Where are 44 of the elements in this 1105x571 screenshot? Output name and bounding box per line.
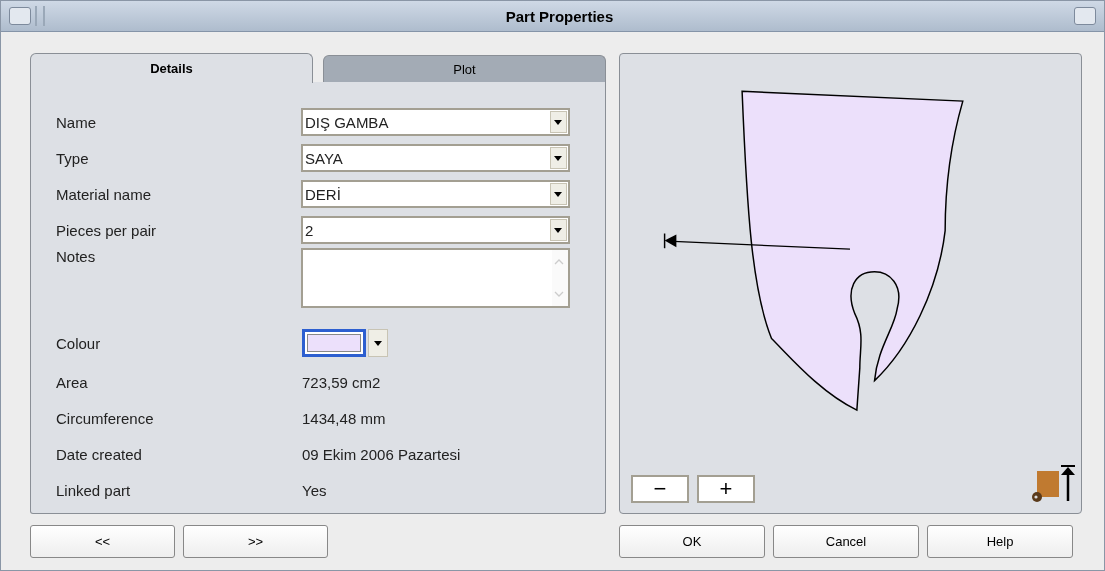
dropdown-button[interactable] xyxy=(550,219,567,241)
field-label: Colour xyxy=(56,334,102,352)
field-label: Material name xyxy=(56,185,153,203)
field-label: Notes xyxy=(56,248,97,265)
dropdown-button[interactable] xyxy=(368,329,388,357)
scrollbar[interactable] xyxy=(552,250,568,306)
zoom-button[interactable]: + xyxy=(697,475,755,503)
nav-button[interactable]: >> xyxy=(183,525,328,558)
field-label: Area xyxy=(56,373,89,391)
field-label: Name xyxy=(56,113,97,131)
grip-icon xyxy=(35,6,45,26)
nav-button[interactable]: << xyxy=(30,525,175,558)
dropdown-button[interactable] xyxy=(550,147,567,169)
dialog-button[interactable]: Cancel xyxy=(773,525,919,558)
field-label: Type xyxy=(56,149,90,167)
dropdown-field[interactable]: SAYA xyxy=(301,144,570,172)
field-label: Date created xyxy=(56,445,143,463)
tab[interactable]: Plot xyxy=(323,55,606,82)
caret-icon xyxy=(554,191,563,197)
field-label: Pieces per pair xyxy=(56,221,158,239)
colour-swatch[interactable] xyxy=(302,329,366,357)
field-value: Yes xyxy=(302,481,327,499)
dropdown-button[interactable] xyxy=(550,183,567,205)
dropdown-button[interactable] xyxy=(550,111,567,133)
dialog-button[interactable]: Help xyxy=(927,525,1073,558)
caret-icon xyxy=(374,340,382,346)
field-value: 09 Ekim 2006 Pazartesi xyxy=(302,445,461,463)
dialog-button[interactable]: OK xyxy=(619,525,765,558)
caret-icon xyxy=(554,119,563,125)
window-button[interactable] xyxy=(1074,7,1096,25)
window-button[interactable] xyxy=(9,7,31,25)
tab[interactable]: Details xyxy=(30,53,313,83)
dropdown-field[interactable]: DERİ xyxy=(301,180,570,208)
caret-icon xyxy=(554,227,563,233)
caret-icon xyxy=(554,155,563,161)
field-label: Circumference xyxy=(56,409,155,427)
window-title: Part Properties xyxy=(504,7,615,25)
zoom-button[interactable]: − xyxy=(631,475,689,503)
field-value: 723,59 cm2 xyxy=(302,373,381,391)
field-label: Linked part xyxy=(56,481,132,499)
notes-field[interactable] xyxy=(301,248,570,308)
field-value: 1434,48 mm xyxy=(302,409,386,427)
dropdown-field[interactable]: 2 xyxy=(301,216,570,244)
dropdown-field[interactable]: DIŞ GAMBA xyxy=(301,108,570,136)
